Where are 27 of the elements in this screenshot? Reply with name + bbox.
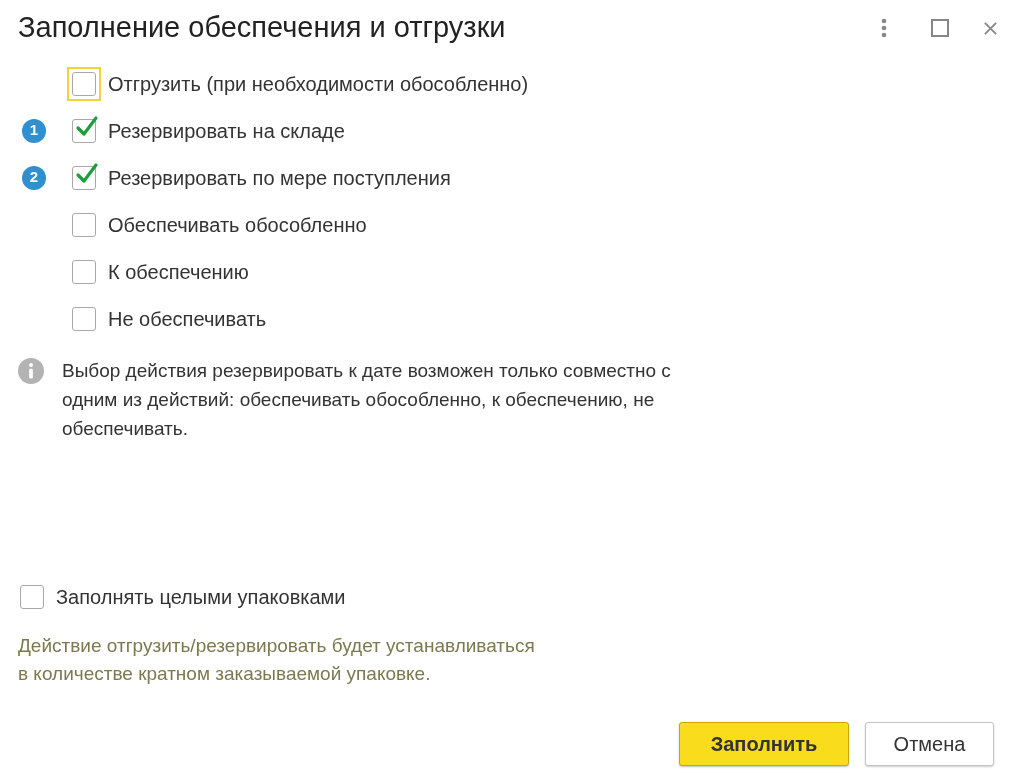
checkbox[interactable] [72,165,96,190]
maximize-icon[interactable] [931,19,949,37]
hint-text: Действие отгрузить/резервировать будет устанавливаться [18,634,536,658]
hint-text: в количестве кратном заказываемой упаковке. [18,662,432,686]
checkbox[interactable] [20,585,44,609]
option-label[interactable]: Не обеспечивать [108,303,267,334]
more-icon[interactable] [881,18,887,38]
close-icon[interactable] [983,20,998,36]
option-label[interactable]: Резервировать на складе [108,115,345,146]
checkbox[interactable] [72,306,96,331]
step-badge: 1 [22,118,46,143]
checkbox[interactable] [72,118,96,143]
checkmark-icon [75,114,99,139]
option-label[interactable]: Отгрузить (при необходимости обособленно) [108,68,529,99]
option-label[interactable]: К обеспечению [108,256,249,287]
checkmark-icon [75,161,99,186]
option-label[interactable]: Резервировать по мере поступления [108,162,451,193]
window-title: Заполнение обеспечения и отгрузки [18,10,507,46]
step-badge: 2 [22,165,46,190]
info-text: Выбор действия резервировать к дате возможен только совместно с одним из действий: обеспечивать обособленно, к обеспечению, не обеспечивать. [62,359,672,441]
option-label[interactable]: Обеспечивать обособленно [108,209,367,240]
option-label[interactable]: Заполнять целыми упаковками [56,582,346,612]
cancel-button[interactable]: Отмена [865,722,994,766]
info-icon [18,358,44,384]
checkbox[interactable] [72,259,96,284]
fill-button[interactable]: Заполнить [679,722,849,766]
checkbox[interactable] [72,212,96,237]
